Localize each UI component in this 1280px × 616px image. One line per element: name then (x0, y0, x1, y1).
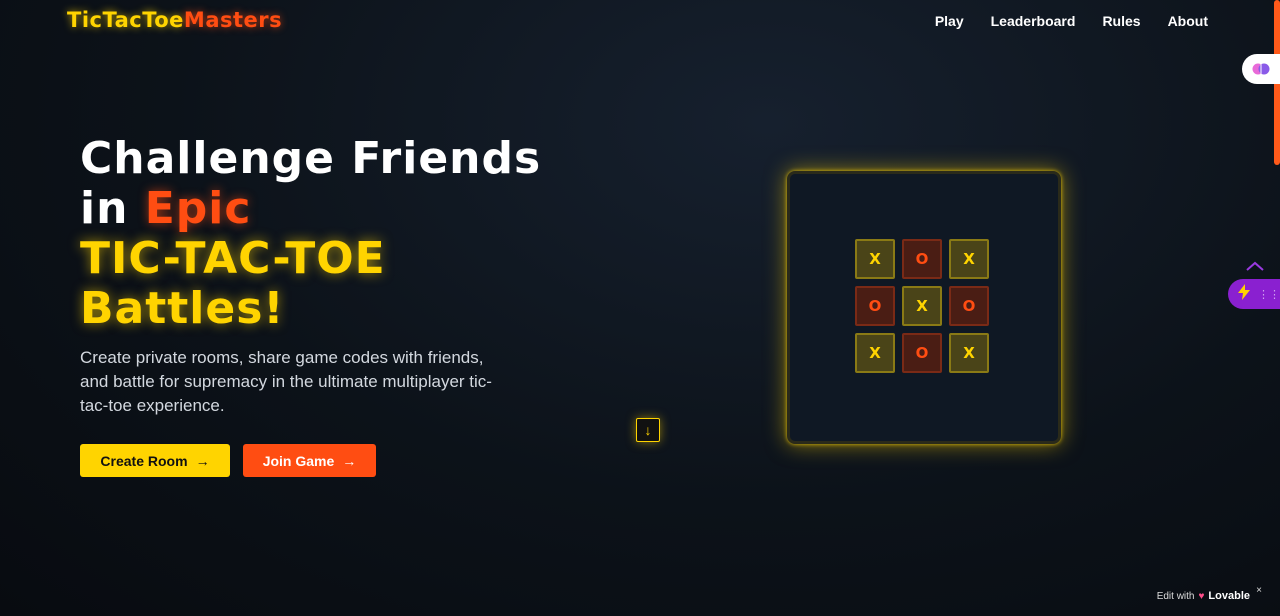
board-cell: X (902, 286, 942, 326)
board-cell: O (902, 333, 942, 373)
board-cell: O (949, 286, 989, 326)
drag-handle-icon[interactable]: ⋮⋮ (1258, 288, 1280, 301)
close-icon[interactable]: × (1256, 585, 1262, 596)
board-cell: X (855, 333, 895, 373)
scroll-down-icon[interactable]: ↓ (636, 418, 660, 442)
edit-with-lovable-badge[interactable]: Edit with ♥ Lovable (1157, 590, 1250, 602)
arrow-right-icon: → (342, 452, 357, 469)
nav-about[interactable]: About (1168, 13, 1208, 29)
join-game-button[interactable]: Join Game → (243, 444, 376, 477)
hero-title-line-4: Battles! (80, 283, 285, 334)
nav-play[interactable]: Play (935, 13, 964, 29)
hero-title-line-1: Challenge Friends (80, 133, 542, 184)
arrow-right-icon: → (195, 452, 210, 469)
board-cell: X (949, 239, 989, 279)
lovable-label: Lovable (1208, 590, 1250, 602)
create-room-label: Create Room (100, 452, 188, 469)
lovable-heart-icon: ♥ (1198, 590, 1205, 602)
board-cell: X (949, 333, 989, 373)
create-room-button[interactable]: Create Room → (80, 444, 230, 477)
board-cell: O (902, 239, 942, 279)
brain-icon[interactable] (1242, 54, 1280, 84)
hero-title-line-3: TIC-TAC-TOE (80, 233, 386, 284)
site-logo[interactable]: TicTacToeMasters (67, 8, 282, 32)
nav-rules[interactable]: Rules (1102, 13, 1140, 29)
chevron-up-icon[interactable] (1246, 258, 1264, 274)
hero-description: Create private rooms, share game codes w… (80, 348, 492, 415)
nav-leaderboard[interactable]: Leaderboard (991, 13, 1076, 29)
hero-title-line-2-prefix: in (80, 183, 145, 234)
edit-with-label: Edit with (1156, 590, 1195, 602)
hero-title-accent: Epic (144, 183, 252, 234)
lightning-icon (1238, 283, 1250, 305)
logo-part-2: Masters (183, 8, 283, 32)
main-nav: Play Leaderboard Rules About (935, 13, 1208, 29)
game-board-grid: X O X O X O X O X (855, 239, 989, 373)
bolt-widget[interactable]: ⋮⋮ (1228, 279, 1280, 309)
hero-title: Challenge Friends in Epic TIC-TAC-TOE Ba… (80, 134, 541, 334)
brain-glyph (1252, 63, 1270, 75)
board-cell: O (855, 286, 895, 326)
logo-part-1: TicTacToe (67, 8, 184, 32)
join-game-label: Join Game (262, 452, 335, 469)
board-cell: X (855, 239, 895, 279)
